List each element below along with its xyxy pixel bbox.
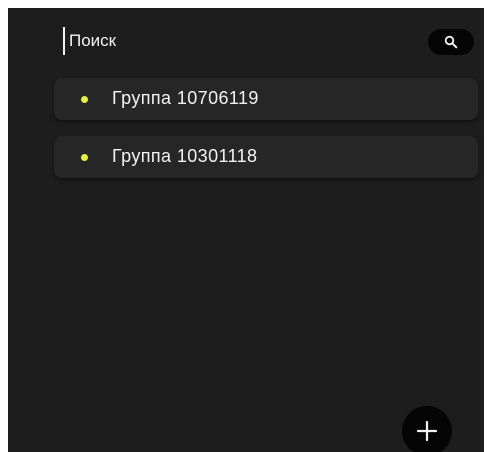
status-dot (81, 154, 88, 161)
search-bar (63, 20, 479, 62)
search-icon (444, 35, 458, 49)
group-list: Группа 10706119 Группа 10301118 (54, 78, 478, 194)
app-screen: Группа 10706119 Группа 10301118 (8, 8, 484, 452)
group-label: Группа 10301118 (112, 146, 258, 166)
status-dot (81, 96, 88, 103)
group-list-item[interactable]: Группа 10706119 (54, 78, 478, 120)
group-label: Группа 10706119 (112, 88, 259, 108)
plus-icon (416, 420, 438, 442)
group-list-item[interactable]: Группа 10301118 (54, 136, 478, 178)
search-input[interactable] (63, 27, 403, 55)
add-group-button[interactable] (402, 406, 452, 452)
search-button[interactable] (428, 29, 474, 55)
